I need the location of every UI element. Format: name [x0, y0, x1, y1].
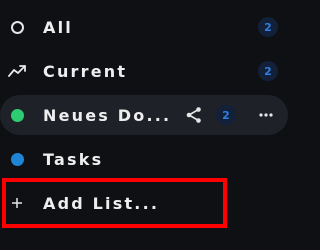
list-item-current[interactable]: Current 2	[0, 51, 288, 91]
share-icon[interactable]	[184, 105, 204, 125]
trending-up-icon	[8, 62, 26, 80]
green-dot-icon	[8, 106, 26, 124]
list-label-current: Current	[43, 61, 128, 81]
circle-outline-icon	[8, 18, 26, 36]
count-badge-all: 2	[258, 17, 278, 37]
list-item-tasks[interactable]: Tasks	[0, 139, 288, 179]
list-label-neues: Neues Do...	[43, 105, 172, 125]
blue-dot-icon	[8, 150, 26, 168]
list-label-tasks: Tasks	[43, 149, 104, 169]
highlight-box	[2, 178, 227, 228]
count-badge-neues: 2	[216, 105, 236, 125]
more-options-icon[interactable]	[255, 105, 277, 125]
list-sidebar: All 2 Current 2 Neues Do... 2 Tasks Add …	[0, 0, 288, 250]
list-item-all[interactable]: All 2	[0, 7, 288, 47]
list-item-neues[interactable]: Neues Do... 2	[0, 95, 288, 135]
count-badge-current: 2	[258, 61, 278, 81]
list-label-all: All	[43, 17, 73, 37]
